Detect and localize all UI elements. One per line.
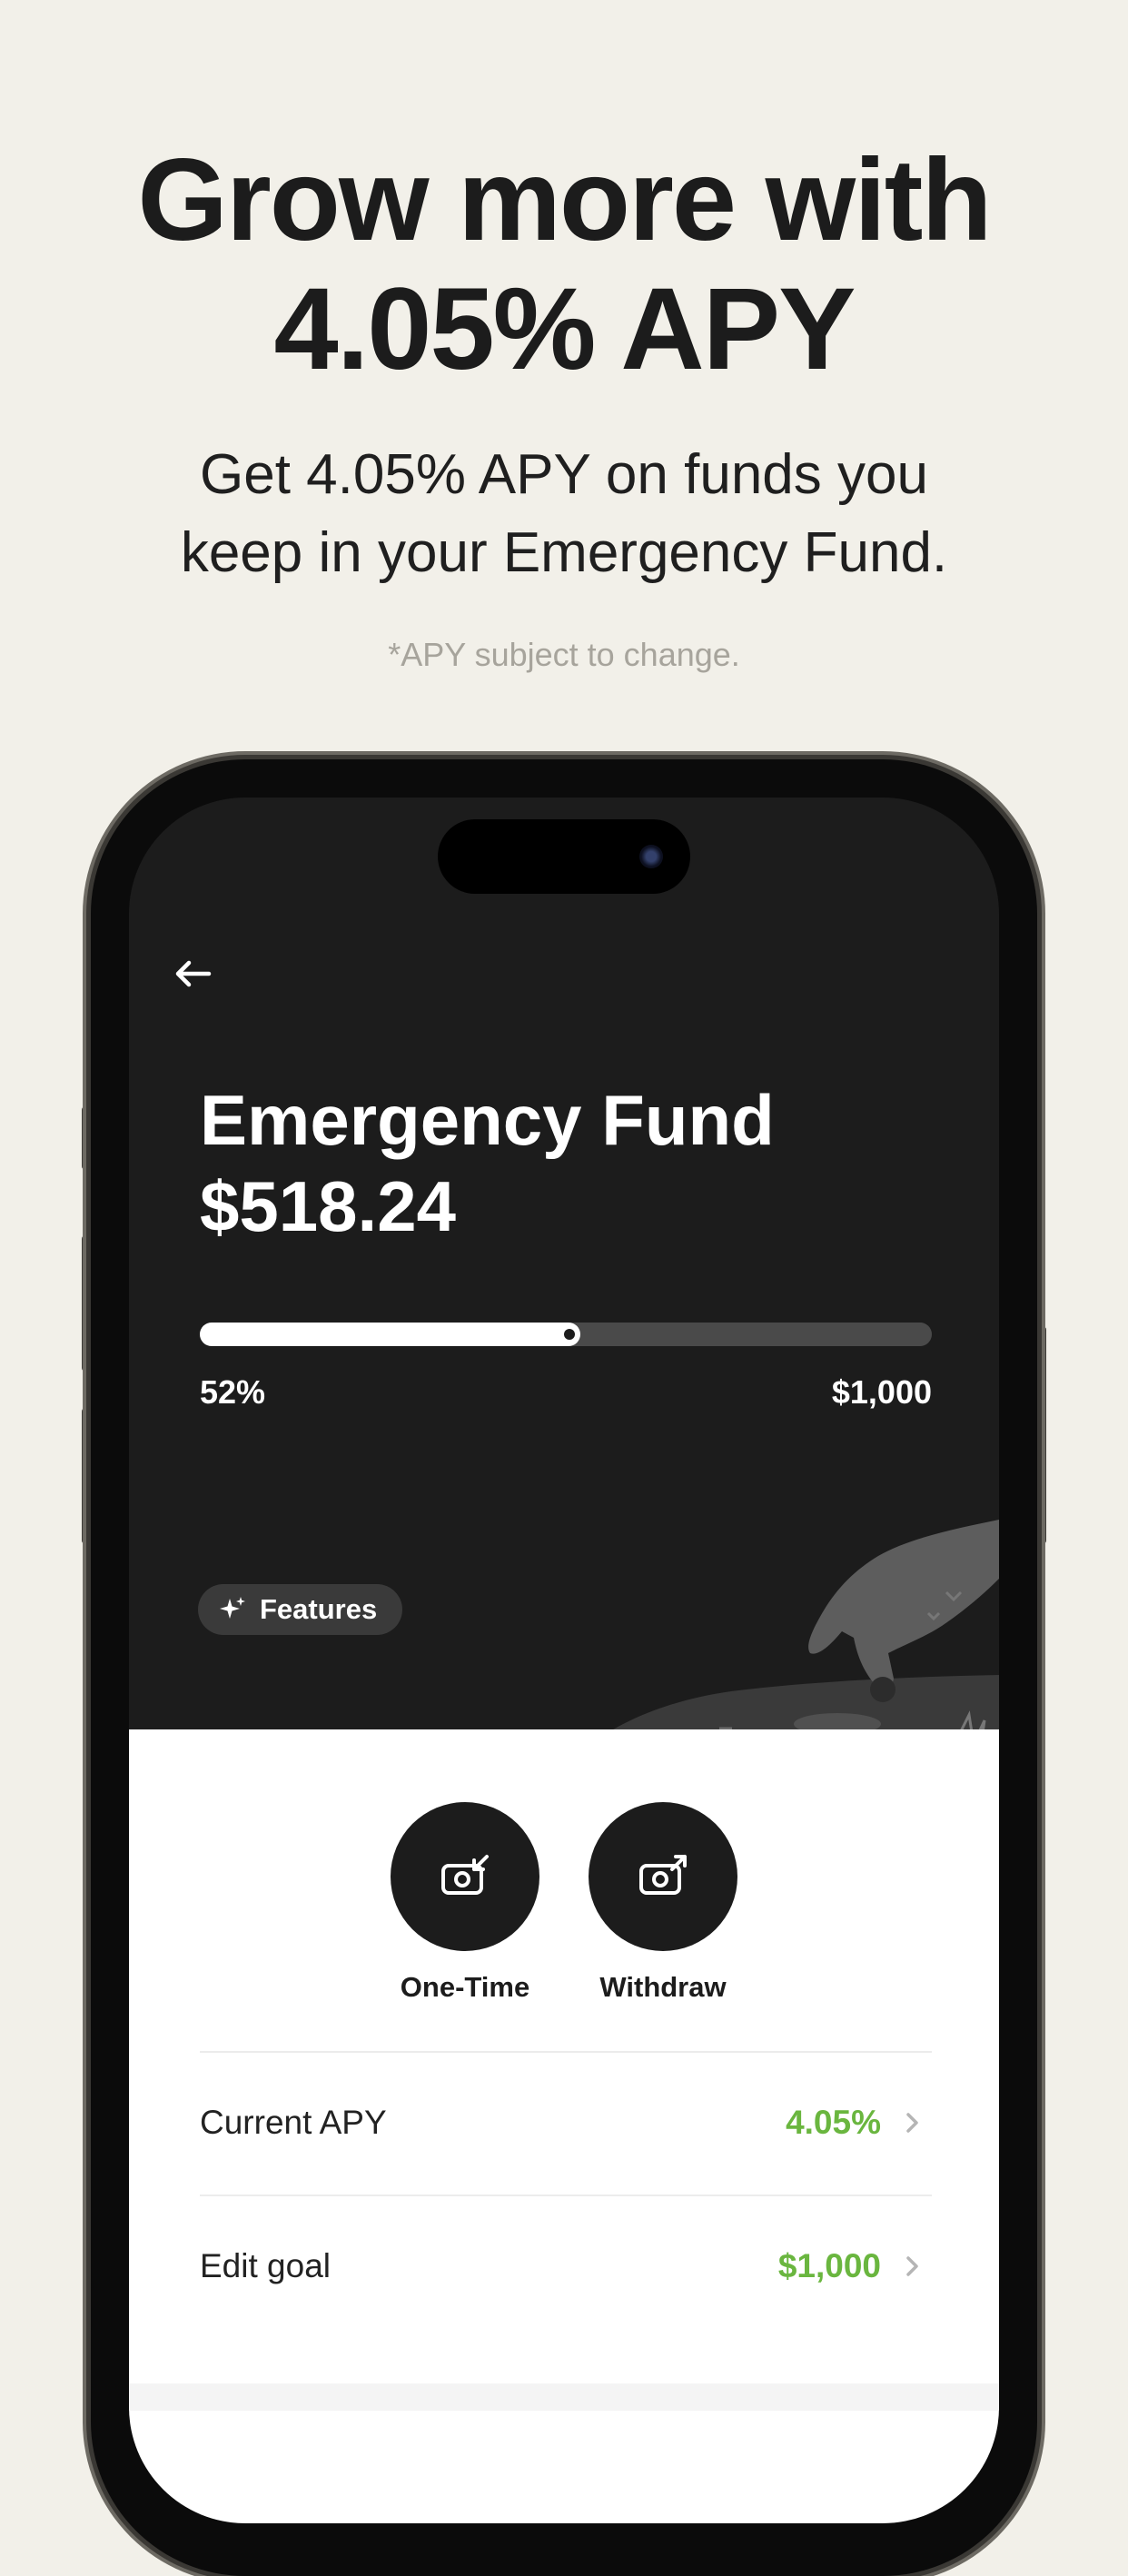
deposit-icon — [441, 1855, 489, 1895]
section-divider — [129, 2383, 999, 2411]
phone-volume-up — [82, 1235, 91, 1372]
hand-planting-illustration — [565, 1520, 999, 1769]
promo-subtitle: Get 4.05% APY on funds you keep in your … — [0, 436, 1128, 592]
back-arrow-icon[interactable] — [171, 952, 214, 996]
goal-progress-bar — [200, 1323, 932, 1346]
goal-amount: $1,000 — [831, 1373, 932, 1411]
phone-volume-down — [82, 1408, 91, 1544]
one-time-button[interactable] — [391, 1802, 539, 1951]
current-apy-label: Current APY — [200, 2104, 387, 2141]
subtitle-line-1: Get 4.05% APY on funds you — [200, 443, 928, 506]
subtitle-line-2: keep in your Emergency Fund. — [180, 521, 948, 584]
edit-goal-row[interactable]: Edit goal $1,000 — [200, 2195, 932, 2340]
headline-line-2: 4.05% APY — [273, 264, 856, 394]
phone-power-button — [1037, 1326, 1046, 1544]
current-apy-value: 4.05% — [786, 2104, 881, 2141]
phone-screen: Emergency Fund $518.24 52% $1,000 Featur… — [129, 798, 999, 2523]
withdraw-button[interactable] — [589, 1802, 737, 1951]
camera-icon — [639, 845, 663, 868]
edit-goal-value: $1,000 — [777, 2247, 881, 2284]
withdraw-label: Withdraw — [599, 1971, 727, 2003]
apy-disclaimer: *APY subject to change. — [388, 636, 740, 673]
one-time-label: One-Time — [400, 1971, 530, 2003]
withdraw-action[interactable]: Withdraw — [563, 1802, 763, 2004]
promo-headline: Grow more with 4.05% APY — [0, 136, 1128, 394]
phone-action-button — [82, 1106, 91, 1170]
sparkle-icon — [220, 1597, 245, 1619]
fund-balance: $518.24 — [200, 1166, 456, 1246]
progress-knob — [564, 1329, 576, 1340]
edit-goal-label: Edit goal — [200, 2247, 331, 2284]
current-apy-row[interactable]: Current APY 4.05% — [200, 2051, 932, 2196]
withdraw-icon — [639, 1855, 687, 1895]
goal-progress-fill — [200, 1323, 581, 1346]
features-label: Features — [260, 1593, 378, 1625]
dynamic-island — [438, 819, 690, 894]
progress-percent: 52% — [200, 1373, 266, 1411]
fund-title: Emergency Fund — [200, 1080, 775, 1160]
features-button[interactable]: Features — [198, 1584, 403, 1635]
headline-line-1: Grow more with — [137, 135, 992, 265]
one-time-action[interactable]: One-Time — [365, 1802, 565, 2004]
chevron-right-icon — [906, 2256, 918, 2276]
actions-panel: One-Time Withdraw Current APY 4.05% Edit… — [129, 1729, 999, 2523]
chevron-right-icon — [906, 2113, 918, 2133]
